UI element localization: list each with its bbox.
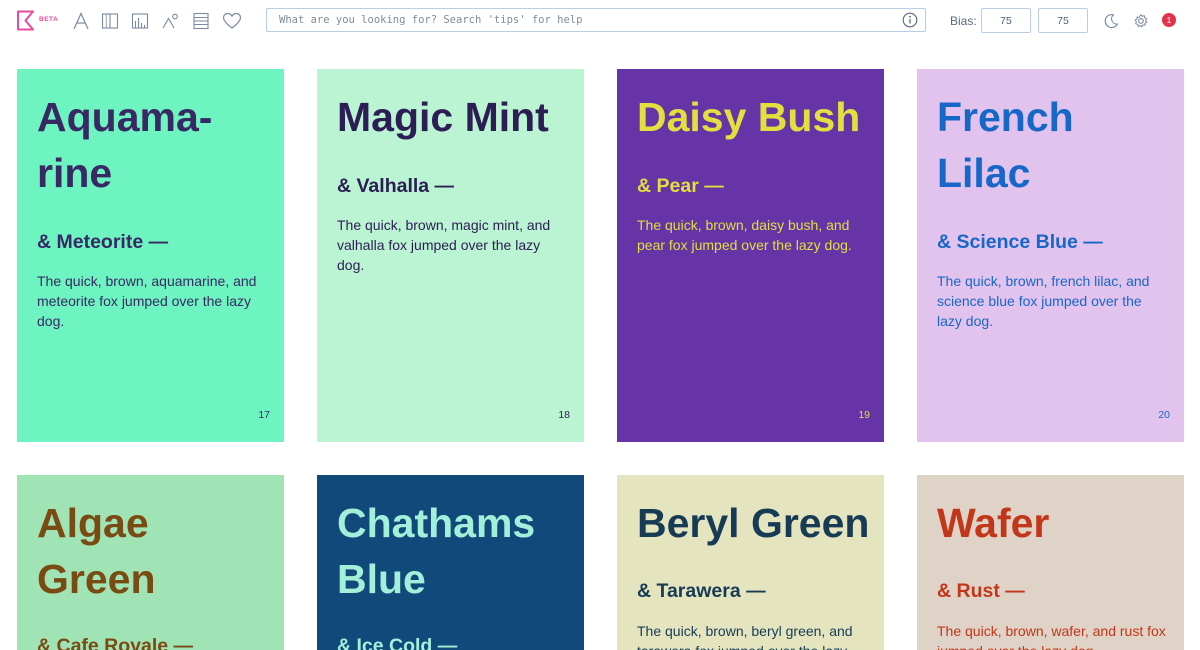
- color-card-french-lilac[interactable]: French Lilac & Science Blue — The quick, …: [917, 69, 1184, 442]
- gear-icon[interactable]: [1130, 10, 1152, 32]
- card-text: The quick, brown, french lilac, and scie…: [937, 273, 1150, 329]
- card-text: The quick, brown, daisy bush, and pear f…: [637, 217, 852, 253]
- color-card-beryl-green[interactable]: Beryl Green & Tarawera — The quick, brow…: [617, 475, 884, 650]
- color-card-algae-green[interactable]: Algae Green & Cafe Royale —: [17, 475, 284, 650]
- card-title: Wafer: [937, 500, 1050, 546]
- card-pair: & Pear —: [637, 175, 724, 197]
- moon-icon[interactable]: [1100, 10, 1122, 32]
- toolbar: BETA Bias: 1: [0, 0, 1200, 42]
- card-pair: & Rust —: [937, 580, 1025, 602]
- search-input[interactable]: [267, 9, 899, 31]
- beta-badge: BETA: [39, 16, 59, 23]
- card-pair: & Science Blue —: [937, 231, 1103, 253]
- color-card-aquamarine[interactable]: Aquama-rine & Meteorite — The quick, bro…: [17, 69, 284, 442]
- color-card-wafer[interactable]: Wafer & Rust — The quick, brown, wafer, …: [917, 475, 1184, 650]
- card-number: 19: [858, 409, 870, 421]
- card-number: 20: [1158, 409, 1170, 421]
- card-title: Daisy Bush: [637, 94, 861, 140]
- card-title: Magic Mint: [337, 94, 549, 140]
- color-card-chathams-blue[interactable]: Chathams Blue & Ice Cold —: [317, 475, 584, 650]
- color-card-daisy-bush[interactable]: Daisy Bush & Pear — The quick, brown, da…: [617, 69, 884, 442]
- list-icon[interactable]: [190, 10, 212, 32]
- heart-icon[interactable]: [221, 10, 243, 32]
- card-text: The quick, brown, wafer, and rust fox ju…: [937, 623, 1166, 650]
- bias-input-2[interactable]: [1038, 8, 1088, 33]
- info-icon[interactable]: [899, 9, 921, 31]
- notification-badge[interactable]: 1: [1162, 13, 1176, 27]
- card-number: 18: [558, 409, 570, 421]
- logo-icon[interactable]: [16, 10, 36, 31]
- card-pair: & Tarawera —: [637, 580, 766, 602]
- bias-label: Bias:: [950, 14, 977, 28]
- card-text: The quick, brown, magic mint, and valhal…: [337, 217, 551, 273]
- card-pair: & Meteorite —: [37, 231, 169, 253]
- card-title: Algae Green: [37, 500, 156, 602]
- card-title: Chathams Blue: [337, 500, 536, 602]
- bias-input-1[interactable]: [981, 8, 1031, 33]
- card-pair: & Ice Cold —: [337, 635, 458, 650]
- card-number: 17: [258, 409, 270, 421]
- card-text: The quick, brown, aquamarine, and meteor…: [37, 273, 257, 329]
- card-pair: & Cafe Royale —: [37, 635, 194, 650]
- card-pair: & Valhalla —: [337, 175, 455, 197]
- card-title: Aquama-rine: [37, 94, 213, 196]
- search-bar: [266, 8, 926, 32]
- card-title: Beryl Green: [637, 500, 870, 546]
- color-card-magic-mint[interactable]: Magic Mint & Valhalla — The quick, brown…: [317, 69, 584, 442]
- layout-columns-icon[interactable]: [99, 10, 121, 32]
- card-title: French Lilac: [937, 94, 1074, 196]
- card-text: The quick, brown, beryl green, and taraw…: [637, 623, 853, 650]
- font-icon[interactable]: [70, 10, 92, 32]
- bar-chart-icon[interactable]: [129, 10, 151, 32]
- shapes-icon[interactable]: [159, 10, 181, 32]
